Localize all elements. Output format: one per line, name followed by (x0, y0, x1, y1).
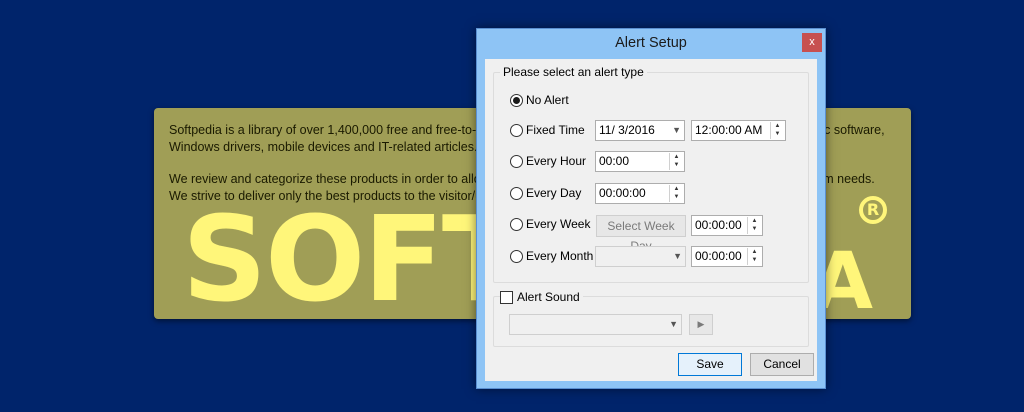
radio-every-day-indicator[interactable] (510, 186, 523, 200)
radio-every-month-indicator[interactable] (510, 249, 523, 263)
fixed-time-time-input[interactable]: 12:00:00 AM ▲ ▼ (691, 120, 786, 141)
alert-setup-window: Alert Setup x Please select an alert typ… (476, 28, 826, 389)
play-icon: ▶ (697, 319, 705, 329)
spin-up-icon[interactable]: ▲ (748, 217, 761, 225)
alert-sound-checkbox-row[interactable]: Alert Sound (500, 290, 583, 304)
softpedia-logo-left: SOFT (182, 190, 522, 319)
alert-sound-checkbox[interactable] (500, 290, 513, 304)
close-button[interactable]: x (802, 33, 822, 52)
spin-up-icon[interactable]: ▲ (748, 248, 761, 256)
cancel-button[interactable]: Cancel (750, 353, 814, 376)
fixed-time-time-value: 12:00:00 AM (695, 123, 763, 137)
chevron-down-icon[interactable]: ▼ (672, 121, 681, 140)
fixed-time-date-value: 11/ 3/2016 (599, 123, 655, 137)
radio-fixed-time-indicator[interactable] (510, 123, 523, 137)
close-icon: x (809, 36, 815, 48)
sound-file-select[interactable]: ▼ (509, 314, 682, 335)
every-week-spinner[interactable]: ▲ ▼ (747, 217, 761, 234)
every-day-spinner[interactable]: ▲ ▼ (669, 185, 683, 202)
spin-up-icon[interactable]: ▲ (771, 122, 784, 130)
window-title: Alert Setup (615, 35, 687, 51)
alert-sound-label: Alert Sound (517, 290, 580, 304)
spin-down-icon[interactable]: ▼ (748, 256, 761, 264)
alert-type-group: Please select an alert type No Alert Fix… (493, 65, 809, 283)
radio-every-week[interactable]: Every Week (510, 217, 590, 231)
dialog-client-area: Please select an alert type No Alert Fix… (485, 59, 817, 381)
radio-every-hour-indicator[interactable] (510, 154, 523, 168)
radio-no-alert[interactable]: No Alert (510, 93, 569, 107)
radio-no-alert-label: No Alert (526, 93, 569, 107)
radio-fixed-time-label: Fixed Time (526, 123, 585, 137)
radio-every-hour-label: Every Hour (526, 154, 587, 168)
alert-sound-group: Alert Sound ▼ ▶ (493, 290, 809, 347)
spin-down-icon[interactable]: ▼ (771, 130, 784, 138)
spin-down-icon[interactable]: ▼ (670, 193, 683, 201)
every-month-spinner[interactable]: ▲ ▼ (747, 248, 761, 265)
radio-every-week-label: Every Week (526, 217, 591, 231)
spin-down-icon[interactable]: ▼ (670, 161, 683, 169)
radio-every-day[interactable]: Every Day (510, 186, 581, 200)
every-hour-spinner[interactable]: ▲ ▼ (669, 153, 683, 170)
fixed-time-spinner[interactable]: ▲ ▼ (770, 122, 784, 139)
spin-down-icon[interactable]: ▼ (748, 225, 761, 233)
title-bar[interactable]: Alert Setup x (477, 29, 825, 58)
every-week-time-input[interactable]: 00:00:00 ▲ ▼ (691, 215, 763, 236)
spin-up-icon[interactable]: ▲ (670, 185, 683, 193)
radio-every-month[interactable]: Every Month (510, 249, 593, 263)
spin-up-icon[interactable]: ▲ (670, 153, 683, 161)
radio-fixed-time[interactable]: Fixed Time (510, 123, 585, 137)
every-day-value: 00:00:00 (599, 186, 646, 200)
radio-selected-dot (513, 96, 520, 104)
every-month-time-input[interactable]: 00:00:00 ▲ ▼ (691, 246, 763, 267)
fixed-time-date-picker[interactable]: 11/ 3/2016 ▼ (595, 120, 685, 141)
every-month-day-select[interactable]: ▼ (595, 246, 686, 267)
radio-no-alert-indicator[interactable] (510, 93, 523, 107)
every-hour-input[interactable]: 00:00 ▲ ▼ (595, 151, 685, 172)
radio-every-hour[interactable]: Every Hour (510, 154, 586, 168)
chevron-down-icon[interactable]: ▼ (669, 315, 678, 334)
every-month-time-value: 00:00:00 (695, 249, 742, 263)
radio-every-month-label: Every Month (526, 249, 594, 263)
chevron-down-icon[interactable]: ▼ (673, 247, 682, 266)
every-day-input[interactable]: 00:00:00 ▲ ▼ (595, 183, 685, 204)
alert-type-group-label: Please select an alert type (500, 65, 647, 79)
save-button[interactable]: Save (678, 353, 742, 376)
radio-every-day-label: Every Day (526, 186, 582, 200)
every-week-time-value: 00:00:00 (695, 218, 742, 232)
every-hour-value: 00:00 (599, 154, 630, 168)
select-week-day-button[interactable]: Select Week Day (596, 215, 686, 253)
radio-every-week-indicator[interactable] (510, 217, 523, 231)
play-sound-button[interactable]: ▶ (689, 314, 713, 335)
registered-mark-icon: R (859, 196, 887, 224)
